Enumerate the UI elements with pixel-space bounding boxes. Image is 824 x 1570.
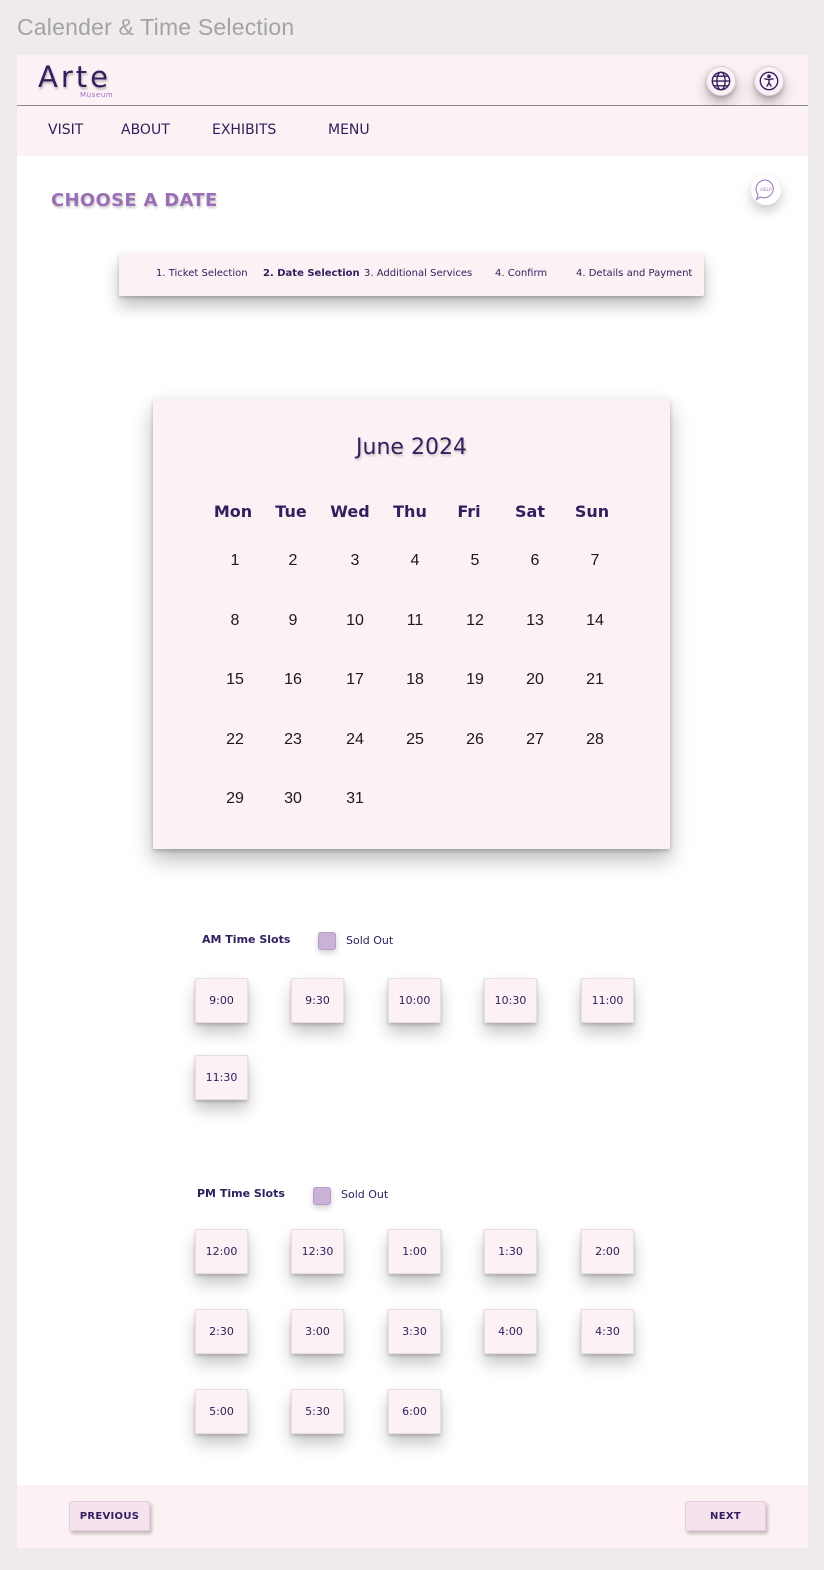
weekday-header: Wed xyxy=(330,502,370,521)
pm-slots-heading: PM Time Slots xyxy=(197,1187,285,1200)
weekday-header: Fri xyxy=(457,502,481,521)
am-sold-out-swatch xyxy=(318,932,336,950)
calendar-day[interactable]: 8 xyxy=(215,612,255,630)
nav-visit[interactable]: VISIT xyxy=(48,122,83,138)
time-slot-button[interactable]: 3:30 xyxy=(388,1309,441,1354)
time-slot-button[interactable]: 9:00 xyxy=(195,978,248,1023)
calendar-day[interactable]: 19 xyxy=(455,671,495,689)
calendar-day[interactable]: 5 xyxy=(455,552,495,570)
calendar-day[interactable]: 9 xyxy=(273,612,313,630)
calendar-day[interactable]: 14 xyxy=(575,612,615,630)
time-slot-button[interactable]: 1:30 xyxy=(484,1229,537,1274)
page: Arte Museum VISIT ABOUT EXHIBITS MENU HE… xyxy=(17,55,808,1548)
calendar-day[interactable]: 1 xyxy=(215,552,255,570)
previous-button[interactable]: PREVIOUS xyxy=(69,1501,150,1531)
weekday-header: Mon xyxy=(213,502,253,521)
main-nav: VISIT ABOUT EXHIBITS MENU xyxy=(17,106,808,156)
calendar-day[interactable]: 23 xyxy=(273,731,313,749)
calendar-day[interactable]: 31 xyxy=(335,790,375,808)
calendar-day[interactable]: 12 xyxy=(455,612,495,630)
brand-subtitle: Museum xyxy=(80,91,114,99)
help-button[interactable]: HELP xyxy=(751,175,781,205)
calendar-day[interactable]: 20 xyxy=(515,671,555,689)
calendar-day[interactable]: 4 xyxy=(395,552,435,570)
accessibility-icon xyxy=(759,71,779,91)
calendar-day[interactable]: 29 xyxy=(215,790,255,808)
language-button[interactable] xyxy=(706,66,736,96)
globe-icon xyxy=(711,71,731,91)
weekday-header: Sat xyxy=(515,502,545,521)
calendar-day[interactable]: 3 xyxy=(335,552,375,570)
pm-sold-out-label: Sold Out xyxy=(341,1188,389,1201)
time-slot-button[interactable]: 6:00 xyxy=(388,1389,441,1434)
time-slot-button[interactable]: 10:00 xyxy=(388,978,441,1023)
time-slot-button[interactable]: 1:00 xyxy=(388,1229,441,1274)
time-slot-button[interactable]: 12:00 xyxy=(195,1229,248,1274)
calendar-day[interactable]: 16 xyxy=(273,671,313,689)
calendar-day[interactable]: 26 xyxy=(455,731,495,749)
help-label: HELP xyxy=(760,187,772,193)
weekday-header: Thu xyxy=(393,502,427,521)
calendar-day[interactable]: 17 xyxy=(335,671,375,689)
am-slots-heading: AM Time Slots xyxy=(202,933,291,946)
time-slot-button[interactable]: 2:00 xyxy=(581,1229,634,1274)
step-ticket-selection[interactable]: 1. Ticket Selection xyxy=(156,268,248,279)
calendar-day[interactable]: 24 xyxy=(335,731,375,749)
calendar: June 2024 Mon Tue Wed Thu Fri Sat Sun 1 2 3 4 5 6 7 8 9… xyxy=(153,399,670,849)
weekday-header: Tue xyxy=(275,502,307,521)
calendar-day[interactable]: 27 xyxy=(515,731,555,749)
calendar-day[interactable]: 10 xyxy=(335,612,375,630)
pm-sold-out-swatch xyxy=(313,1187,331,1205)
nav-about[interactable]: ABOUT xyxy=(121,122,170,138)
calendar-day[interactable]: 18 xyxy=(395,671,435,689)
time-slot-button[interactable]: 2:30 xyxy=(195,1309,248,1354)
nav-menu[interactable]: MENU xyxy=(328,122,370,138)
calendar-day[interactable]: 11 xyxy=(395,612,435,630)
time-slot-button[interactable]: 12:30 xyxy=(291,1229,344,1274)
weekday-header: Sun xyxy=(574,502,610,521)
brand-logo[interactable]: Arte xyxy=(38,60,111,94)
calendar-day[interactable]: 25 xyxy=(395,731,435,749)
time-slot-button[interactable]: 11:00 xyxy=(581,978,634,1023)
calendar-day[interactable]: 7 xyxy=(575,552,615,570)
time-slot-button[interactable]: 3:00 xyxy=(291,1309,344,1354)
calendar-day[interactable]: 6 xyxy=(515,552,555,570)
progress-steps: 1. Ticket Selection 2. Date Selection 3.… xyxy=(119,253,704,296)
time-slot-button[interactable]: 10:30 xyxy=(484,978,537,1023)
time-slot-button[interactable]: 9:30 xyxy=(291,978,344,1023)
header: Arte Museum xyxy=(17,55,808,106)
nav-exhibits[interactable]: EXHIBITS xyxy=(212,122,276,138)
step-details-payment[interactable]: 4. Details and Payment xyxy=(576,268,692,279)
calendar-day[interactable]: 22 xyxy=(215,731,255,749)
accessibility-button[interactable] xyxy=(754,66,784,96)
calendar-day[interactable]: 30 xyxy=(273,790,313,808)
step-date-selection[interactable]: 2. Date Selection xyxy=(263,268,360,279)
page-title: CHOOSE A DATE xyxy=(51,190,218,211)
time-slot-button[interactable]: 4:00 xyxy=(484,1309,537,1354)
am-sold-out-label: Sold Out xyxy=(346,934,394,947)
time-slot-button[interactable]: 5:00 xyxy=(195,1389,248,1434)
calendar-day[interactable]: 28 xyxy=(575,731,615,749)
calendar-day[interactable]: 21 xyxy=(575,671,615,689)
step-additional-services[interactable]: 3. Additional Services xyxy=(364,268,472,279)
calendar-day[interactable]: 15 xyxy=(215,671,255,689)
calendar-month-title: June 2024 xyxy=(356,435,467,460)
frame-title: Calender & Time Selection xyxy=(17,14,295,40)
calendar-day[interactable]: 2 xyxy=(273,552,313,570)
calendar-day[interactable]: 13 xyxy=(515,612,555,630)
footer: PREVIOUS NEXT xyxy=(17,1485,808,1548)
time-slot-button[interactable]: 5:30 xyxy=(291,1389,344,1434)
time-slot-button[interactable]: 11:30 xyxy=(195,1055,248,1100)
time-slot-button[interactable]: 4:30 xyxy=(581,1309,634,1354)
help-chat-icon: HELP xyxy=(755,179,774,201)
next-button[interactable]: NEXT xyxy=(685,1501,766,1531)
step-confirm[interactable]: 4. Confirm xyxy=(495,268,547,279)
